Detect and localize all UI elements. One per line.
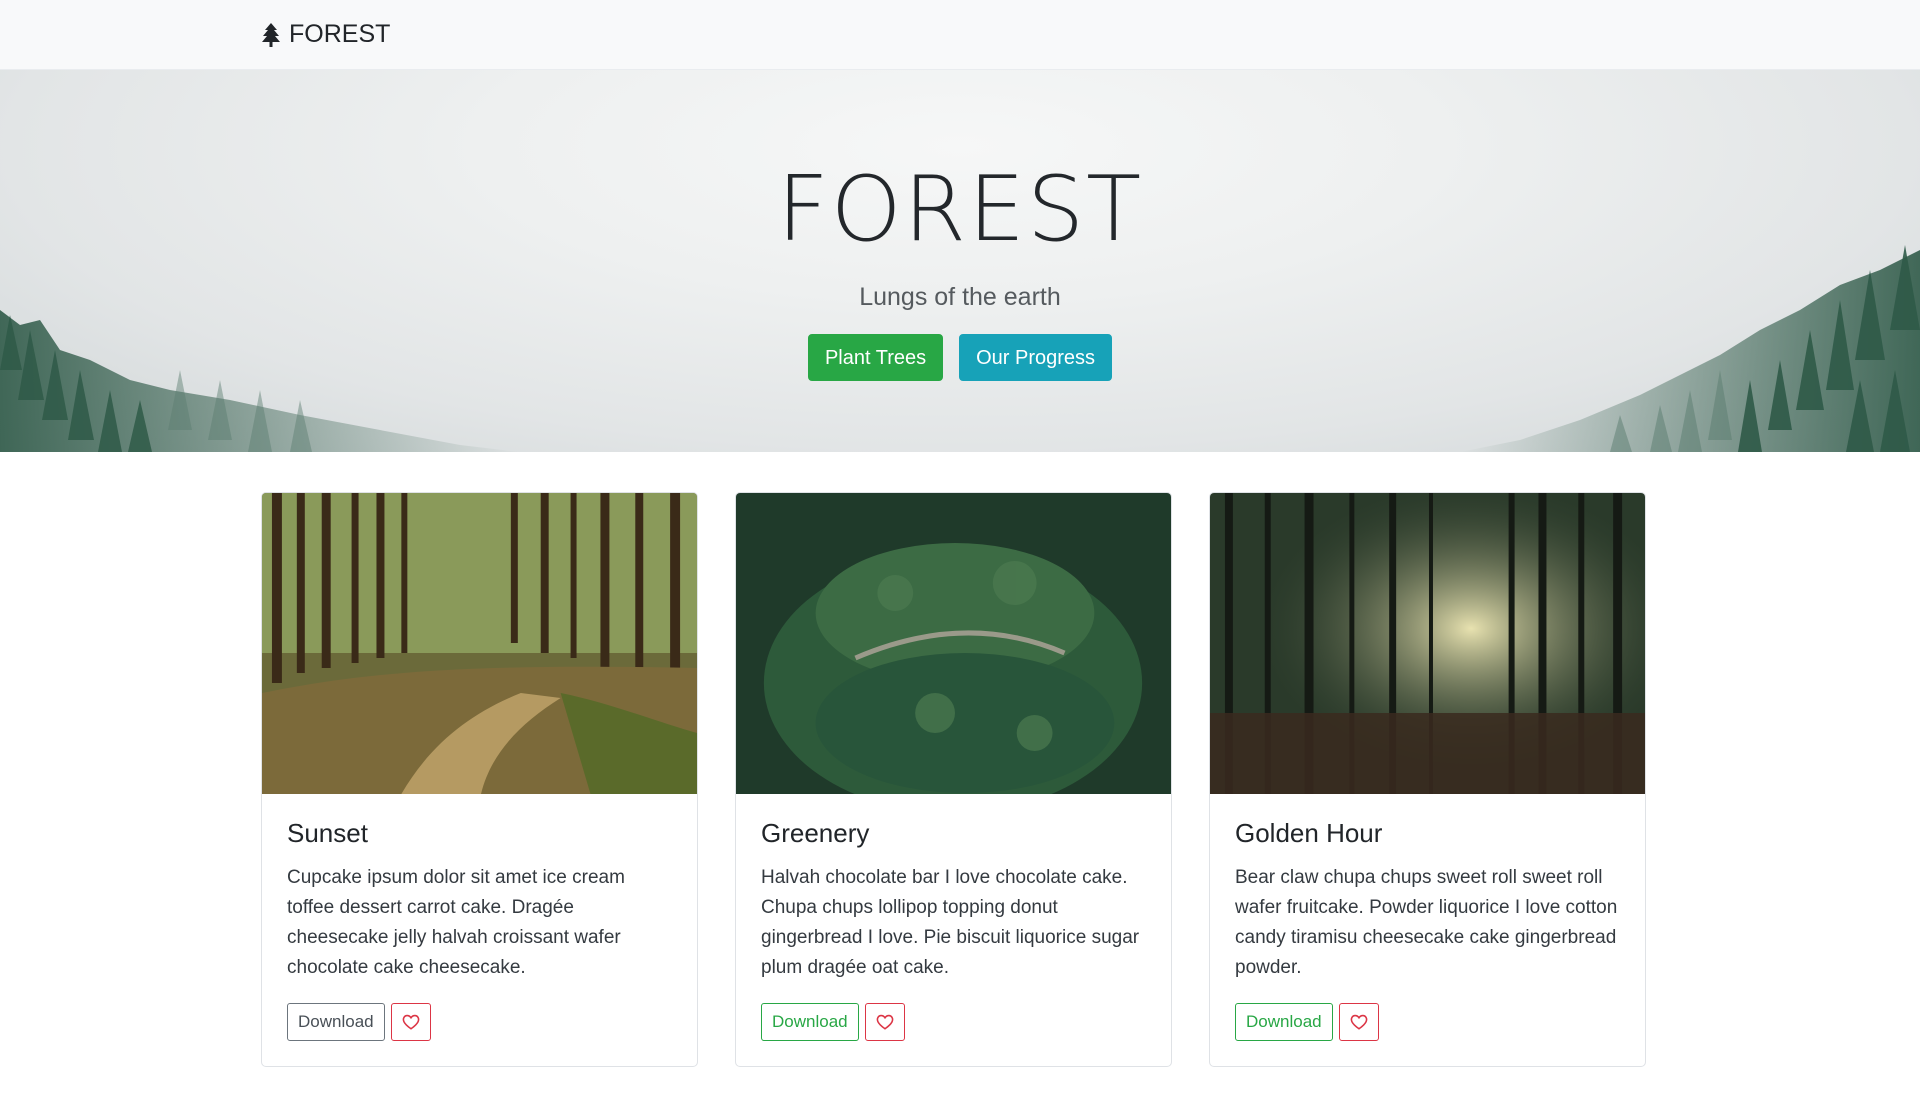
card-actions: Download <box>761 1003 1146 1041</box>
hero-subtitle: Lungs of the earth <box>859 283 1061 311</box>
download-button[interactable]: Download <box>761 1003 859 1041</box>
card-title: Golden Hour <box>1235 818 1383 848</box>
favorite-button[interactable] <box>390 1003 431 1041</box>
card-body: Greenery Halvah chocolate bar I love cho… <box>736 794 1171 1065</box>
brand-link[interactable]: FOREST <box>261 20 1659 49</box>
card-actions: Download <box>1235 1003 1620 1041</box>
card-title: Greenery <box>761 818 870 848</box>
card-text: Bear claw chupa chups sweet roll sweet r… <box>1235 867 1618 978</box>
hero-title: FOREST <box>776 157 1144 262</box>
card-greenery: Greenery Halvah chocolate bar I love cho… <box>735 492 1172 1067</box>
hero-section: FOREST Lungs of the earth Plant Trees Ou… <box>0 70 1920 452</box>
card-title: Sunset <box>287 818 368 848</box>
card-sunset: Sunset Cupcake ipsum dolor sit amet ice … <box>261 492 698 1067</box>
heart-icon <box>402 1014 419 1030</box>
heart-icon <box>1350 1014 1367 1030</box>
heart-icon <box>876 1014 893 1030</box>
card-text: Halvah chocolate bar I love chocolate ca… <box>761 867 1140 978</box>
brand-text: FOREST <box>289 20 391 48</box>
card-image-greenery <box>736 493 1171 794</box>
our-progress-button[interactable]: Our Progress <box>959 334 1113 381</box>
card-body: Sunset Cupcake ipsum dolor sit amet ice … <box>262 794 697 1065</box>
navbar: FOREST <box>0 0 1920 70</box>
download-button[interactable]: Download <box>1235 1003 1333 1041</box>
hero-buttons: Plant Trees Our Progress <box>0 334 1920 381</box>
cards-row: Sunset Cupcake ipsum dolor sit amet ice … <box>261 492 1659 1067</box>
card-text: Cupcake ipsum dolor sit amet ice cream t… <box>287 867 625 978</box>
favorite-button[interactable] <box>864 1003 905 1041</box>
card-golden-hour: Golden Hour Bear claw chupa chups sweet … <box>1209 492 1646 1067</box>
hero-content: FOREST Lungs of the earth Plant Trees Ou… <box>0 70 1920 381</box>
plant-trees-button[interactable]: Plant Trees <box>807 334 944 381</box>
card-actions: Download <box>287 1003 672 1041</box>
tree-icon <box>262 22 280 47</box>
card-image-golden-hour <box>1210 493 1645 794</box>
favorite-button[interactable] <box>1338 1003 1379 1041</box>
card-image-sunset <box>262 493 697 794</box>
card-body: Golden Hour Bear claw chupa chups sweet … <box>1210 794 1645 1065</box>
download-button[interactable]: Download <box>287 1003 385 1041</box>
